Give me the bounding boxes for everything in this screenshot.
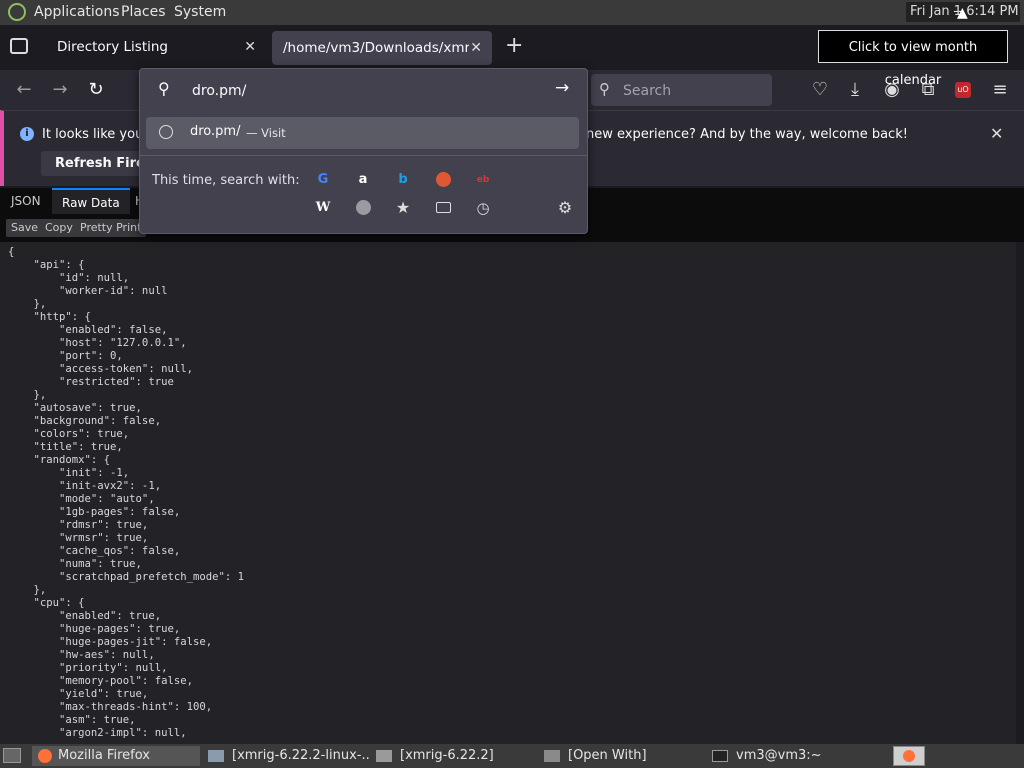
system-logo-icon[interactable] <box>8 3 26 21</box>
tab-json[interactable]: JSON <box>1 188 51 214</box>
taskbar-item-xmrig-folder[interactable]: [xmrig-6.22.2] <box>372 746 538 766</box>
dialog-icon <box>544 750 560 762</box>
raw-json-content: { "api": { "id": null, "worker-id": null… <box>0 242 1016 744</box>
info-icon: i <box>20 127 34 141</box>
taskbar-label: [Open With] <box>568 748 647 763</box>
search-input[interactable] <box>621 82 765 100</box>
menu-hamburger-icon[interactable]: ≡ <box>988 78 1012 102</box>
archive-icon <box>208 750 224 762</box>
terminal-icon <box>712 750 728 762</box>
bing-icon[interactable]: b <box>392 169 414 191</box>
pocket-icon[interactable]: ♡ <box>808 78 832 102</box>
back-arrow-icon[interactable]: ← <box>12 78 36 102</box>
tab-overview-icon[interactable] <box>10 38 28 54</box>
duckduckgo-icon[interactable] <box>432 169 454 191</box>
close-icon[interactable]: ✕ <box>470 31 482 65</box>
workspace-switcher[interactable] <box>893 746 925 766</box>
google-icon[interactable]: G <box>312 169 334 191</box>
folder-icon <box>376 750 392 762</box>
search-with-label: This time, search with: <box>152 173 300 188</box>
taskbar-item-firefox[interactable]: Mozilla Firefox <box>32 746 200 766</box>
taskbar-item-xmrig-archive[interactable]: [xmrig-6.22.2-linux-... <box>204 746 370 766</box>
tab-label: /home/vm3/Downloads/xmrig- <box>283 40 469 56</box>
gear-icon[interactable]: ⚙ <box>554 197 576 219</box>
bookmarks-star-icon[interactable]: ★ <box>392 197 414 219</box>
url-suggestion-row[interactable]: dro.pm/ — Visit <box>146 117 579 149</box>
scrollbar[interactable] <box>1016 242 1024 744</box>
amazon-icon[interactable]: a <box>352 169 374 191</box>
taskbar-label: [xmrig-6.22.2-linux-... <box>232 748 370 763</box>
history-clock-icon[interactable]: ◷ <box>472 197 494 219</box>
pretty-print-button[interactable]: Pretty Print <box>75 219 147 237</box>
tab-label: Directory Listing <box>57 39 168 55</box>
save-button[interactable]: Save <box>6 219 44 237</box>
close-icon[interactable]: ✕ <box>990 124 1003 143</box>
urlbar-dropdown: ⚲ → dro.pm/ — Visit This time, search wi… <box>139 68 588 234</box>
tab-xmrig-file[interactable]: /home/vm3/Downloads/xmrig- ✕ <box>272 31 492 65</box>
tab-raw-data[interactable]: Raw Data <box>52 188 130 214</box>
menu-applications[interactable]: Applications <box>34 4 120 20</box>
new-tab-plus-icon[interactable]: + <box>505 33 523 58</box>
forward-arrow-icon[interactable]: → <box>48 78 72 102</box>
taskbar-item-open-with[interactable]: [Open With] <box>540 746 706 766</box>
close-icon[interactable]: ✕ <box>244 25 256 70</box>
notification-text-right: new experience? And by the way, welcome … <box>586 127 908 142</box>
download-icon[interactable]: ⤓ <box>843 78 867 102</box>
system-panel: Applications Places System Fri Jan 1̶ 6:… <box>0 0 1024 25</box>
search-bar[interactable]: ⚲ <box>591 74 772 106</box>
show-desktop-icon[interactable] <box>3 748 21 763</box>
reload-icon[interactable]: ↻ <box>84 78 108 102</box>
menu-places[interactable]: Places <box>121 4 166 20</box>
ebay-icon[interactable]: eb <box>472 169 494 191</box>
menu-system[interactable]: System <box>174 4 226 20</box>
calendar-tooltip: Click to view month calendar <box>818 30 1008 88</box>
search-engine-icon[interactable] <box>352 197 374 219</box>
go-arrow-icon[interactable]: → <box>555 78 569 98</box>
taskbar-label: Mozilla Firefox <box>58 748 150 763</box>
copy-button[interactable]: Copy <box>40 219 78 237</box>
taskbar-item-terminal[interactable]: vm3@vm3:~ <box>708 746 874 766</box>
taskbar: Mozilla Firefox [xmrig-6.22.2-linux-... … <box>0 744 1024 768</box>
tabs-icon[interactable] <box>432 197 454 219</box>
suggestion-action: — Visit <box>246 126 286 140</box>
url-input[interactable] <box>190 79 524 103</box>
json-text: { "api": { "id": null, "worker-id": null… <box>8 246 244 739</box>
taskbar-label: vm3@vm3:~ <box>736 748 822 763</box>
taskbar-label: [xmrig-6.22.2] <box>400 748 494 763</box>
mouse-cursor-icon: ▲ <box>957 5 968 21</box>
search-icon: ⚲ <box>158 79 170 98</box>
firefox-icon <box>38 749 52 763</box>
tab-directory-listing[interactable]: Directory Listing ✕ <box>42 25 266 70</box>
search-icon: ⚲ <box>599 80 610 98</box>
firefox-icon <box>903 750 915 762</box>
globe-icon <box>159 125 173 139</box>
suggestion-url: dro.pm/ <box>190 124 241 139</box>
wikipedia-icon[interactable]: W <box>312 197 334 219</box>
ublock-origin-icon[interactable]: uO <box>955 82 971 98</box>
divider <box>140 155 587 156</box>
